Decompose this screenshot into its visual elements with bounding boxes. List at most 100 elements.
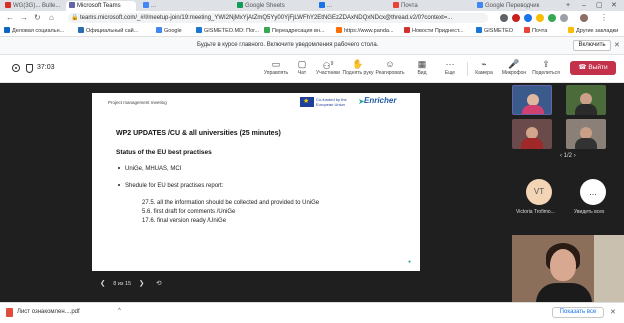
extension-icon[interactable] <box>500 14 508 22</box>
bookmark-label: Официальный сай... <box>86 28 139 34</box>
bookmark-label: Переадресация вн... <box>272 28 325 34</box>
participant-body <box>575 104 597 115</box>
shared-content-stage: Project management meeting Co-funded by … <box>0 83 510 302</box>
participant-video-tile[interactable] <box>512 119 552 149</box>
tab-favicon-icon <box>477 2 483 8</box>
extension-icon[interactable] <box>524 14 532 22</box>
presentation-slide: Project management meeting Co-funded by … <box>92 93 420 271</box>
leave-label: Выйти <box>588 64 608 71</box>
toolbar-participants-button[interactable]: ⚇9 Участники <box>312 58 344 77</box>
bookmark-item[interactable]: Деловая социальн... <box>4 26 64 36</box>
meeting-timer: 37:03 <box>37 64 55 71</box>
tab-label: ... <box>151 3 157 9</box>
browser-tab-active[interactable]: Microsoft Teams <box>66 1 136 11</box>
puzzle-icon[interactable] <box>560 14 568 22</box>
next-page-icon[interactable]: › <box>574 153 576 159</box>
extension-icon[interactable] <box>512 14 520 22</box>
toolbar-share-button[interactable]: ⇪ Поделиться <box>530 58 562 77</box>
toolbar-label: Еще <box>444 70 456 76</box>
toolbar-more-button[interactable]: ··· Еще <box>434 58 466 77</box>
close-icon[interactable]: ✕ <box>614 41 620 49</box>
toolbar-raise-hand-button[interactable]: ✋ Поднять руку <box>342 58 374 77</box>
prev-page-icon[interactable]: ‹ <box>560 153 562 159</box>
extension-icon[interactable] <box>548 14 556 22</box>
bullet-dot <box>118 183 120 186</box>
self-video-tile[interactable] <box>512 235 624 302</box>
reload-icon[interactable]: ↻ <box>34 13 41 23</box>
home-icon[interactable]: ⌂ <box>49 13 54 23</box>
participant-avatar[interactable]: VT <box>526 179 552 205</box>
bookmark-label: Почта <box>532 28 548 34</box>
shield-icon[interactable] <box>26 64 33 73</box>
browser-tab[interactable]: ... <box>316 1 386 11</box>
phone-icon: ☎ <box>578 64 589 71</box>
download-bar: Лист ознакомлен....pdf ^ Показать все ✕ <box>0 302 624 323</box>
participant-video-tile[interactable] <box>566 85 606 115</box>
bookmark-item[interactable]: Google <box>156 26 182 36</box>
bookmark-item[interactable]: Почта <box>524 26 547 36</box>
maximize-icon[interactable]: ▢ <box>596 0 603 11</box>
browser-tab[interactable]: Google Переводчик <box>474 1 560 11</box>
toolbar-react-button[interactable]: ☺ Реагировать <box>374 58 406 77</box>
bullet-text: UniGe, MHUAS, MCI <box>125 166 182 172</box>
chevron-up-icon[interactable]: ^ <box>118 308 121 314</box>
tab-favicon-icon <box>237 2 243 8</box>
profile-avatar[interactable] <box>580 14 588 22</box>
google-icon <box>156 27 162 33</box>
leave-meeting-button[interactable]: ☎ Выйти <box>570 61 616 75</box>
download-filename[interactable]: Лист ознакомлен....pdf <box>17 309 80 315</box>
slide-subline: 5.6. first draft for comments /UniGe <box>142 209 236 215</box>
show-all-button[interactable]: Показать все <box>552 307 604 318</box>
close-icon[interactable]: ✕ <box>610 308 616 316</box>
toolbar-label: Реагировать <box>375 70 405 76</box>
tab-label: Microsoft Teams <box>77 3 121 9</box>
participant-video-tile[interactable] <box>566 119 606 149</box>
see-all-button[interactable]: ... <box>580 179 606 205</box>
bookmark-favicon-icon <box>404 27 410 33</box>
bookmark-item[interactable]: Новости Приднест... <box>404 26 463 36</box>
bookmark-label: Google <box>164 28 182 34</box>
participants-panel: ‹ 1/2 › VT Victoria Trofimo... ... Увиде… <box>510 83 624 302</box>
prev-slide-icon[interactable]: ❮ <box>100 280 105 287</box>
sync-icon[interactable]: ⟲ <box>156 280 161 287</box>
pdf-file-icon <box>6 308 13 317</box>
close-window-icon[interactable]: ✕ <box>611 0 617 11</box>
next-slide-icon[interactable]: ❯ <box>139 280 144 287</box>
forward-icon[interactable]: → <box>20 13 28 23</box>
browser-tab[interactable]: WG(3G)... Bulle... <box>2 1 64 11</box>
see-all-label: Увидеть всех <box>574 209 605 215</box>
participant-video-tile[interactable] <box>512 85 552 115</box>
browser-menu-icon[interactable]: ⋮ <box>600 13 608 23</box>
bookmark-item[interactable]: Другие закладки <box>568 26 618 36</box>
minimize-icon[interactable]: – <box>582 0 586 11</box>
toolbar-mic-button[interactable]: 🎤 Микрофон <box>498 58 530 77</box>
slide-bullet: Shedule for EU best practises report: <box>118 183 223 189</box>
lock-icon[interactable]: 🔒 <box>71 13 78 23</box>
bookmark-label: Новости Приднест... <box>412 28 464 34</box>
extension-icon[interactable] <box>536 14 544 22</box>
browser-tab[interactable]: Google Sheets <box>234 1 312 11</box>
back-icon[interactable]: ← <box>6 13 14 23</box>
tab-favicon-icon <box>5 2 11 8</box>
slide-marker-icon: ● <box>408 259 412 265</box>
new-tab-icon[interactable]: + <box>566 0 570 11</box>
notification-bar: Будьте в курсе главного. Включите уведом… <box>0 37 624 55</box>
enable-notifications-button[interactable]: Включить <box>573 40 611 51</box>
bookmark-item[interactable]: Переадресация вн... <box>264 26 325 36</box>
meeting-toolbar: 37:03 ▭ Управлять ▢ Чат ⚇9 Участники ✋ Подня… <box>0 55 624 83</box>
participant-pager: ‹ 1/2 › <box>560 153 576 159</box>
bookmark-item[interactable]: GISMETEO <box>476 26 513 36</box>
participants-icon: ⚇9 <box>322 61 334 71</box>
share-icon: ⇪ <box>542 59 550 69</box>
browser-tab[interactable]: ... <box>140 1 230 11</box>
bookmark-item[interactable]: GISMETEO.MD: Пог... <box>196 26 259 36</box>
url-bar[interactable]: 🔒 teams.microsoft.com/_#/l/meetup-join/1… <box>68 13 488 23</box>
address-row: ← → ↻ ⌂ 🔒 teams.microsoft.com/_#/l/meetu… <box>0 11 624 25</box>
toolbar-camera-button[interactable]: ⌁ Камера <box>468 58 500 77</box>
bookmark-item[interactable]: Официальный сай... <box>78 26 138 36</box>
toolbar-label: Микрофон <box>501 70 527 76</box>
bookmark-item[interactable]: https://www.panda... <box>336 26 394 36</box>
browser-tab[interactable]: Почта <box>390 1 470 11</box>
slide-subline: 27.5. all the information should be coll… <box>142 200 320 206</box>
slide-pager: ❮ 8 из 15 ❯ ⟲ <box>100 279 168 287</box>
